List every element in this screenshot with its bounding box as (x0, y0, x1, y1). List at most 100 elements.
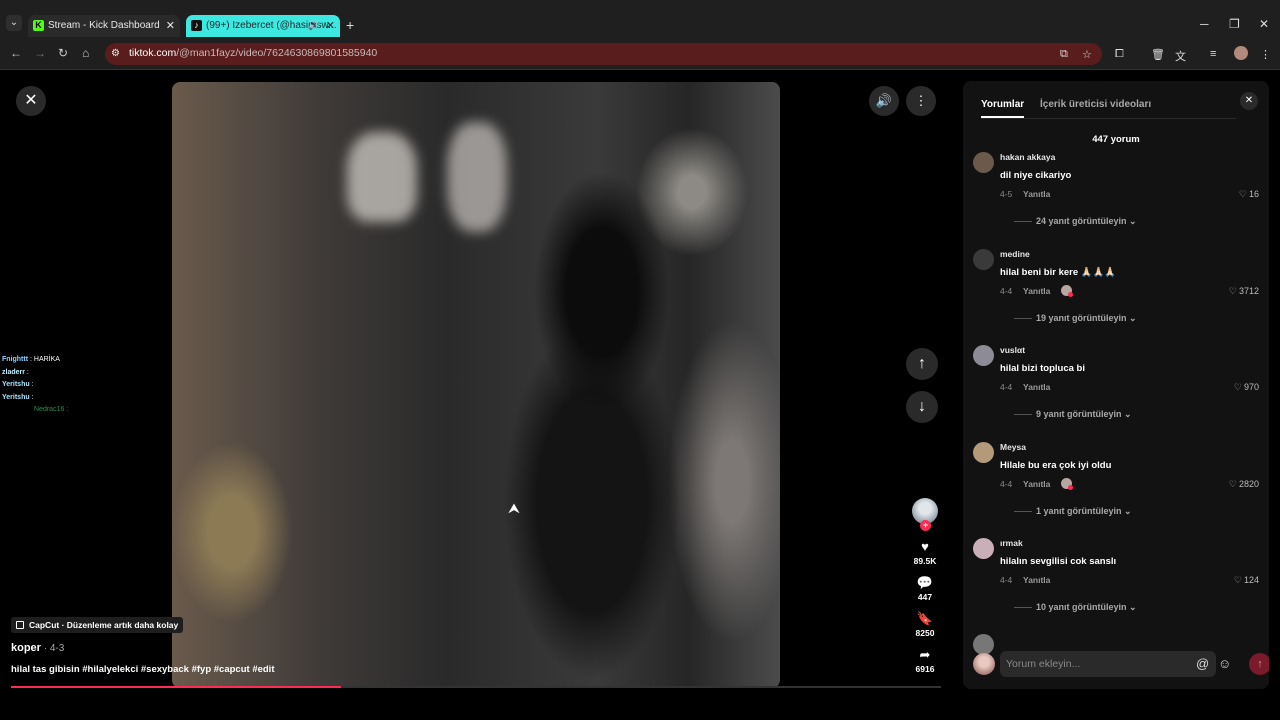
comments-panel: Yorumlar İçerik üreticisi videoları ✕ 44… (963, 81, 1269, 689)
comment-date: 4-5 (1000, 189, 1013, 199)
view-replies-button[interactable]: 9 yanıt görüntüleyin ⌄ (1014, 409, 1132, 420)
comment-button[interactable]: 💬 447 (905, 576, 945, 603)
view-replies-button[interactable]: 24 yanıt görüntüleyin ⌄ (1014, 216, 1137, 227)
follow-plus-icon[interactable]: + (920, 520, 931, 531)
commenter-name[interactable]: hakan akkaya (1000, 152, 1055, 162)
video-author[interactable]: koper · 4-3 (11, 642, 64, 654)
reply-button[interactable]: Yanıtla (1023, 479, 1050, 489)
profile-avatar[interactable] (1234, 46, 1248, 60)
capcut-anchor-link[interactable]: CapCut · Düzenleme artık daha kolay (11, 617, 184, 633)
mention-icon[interactable]: @ (1196, 656, 1209, 671)
comment-text: hilal beni bir kere 🙏🏻🙏🏻🙏🏻 (1000, 267, 1117, 278)
share-button[interactable]: ➦ 6916 (905, 648, 945, 675)
address-bar[interactable]: ⚙ tiktok.com/@man1fayz/video/76246308698… (105, 43, 1102, 65)
trash-extension-icon[interactable]: 🗑 (1151, 48, 1165, 61)
video-player[interactable]: ⮝ (172, 82, 780, 688)
send-button[interactable]: ↑ (1249, 653, 1269, 675)
view-replies-button[interactable]: 19 yanıt görüntüleyin ⌄ (1014, 313, 1137, 324)
tab-creator-videos[interactable]: İçerik üreticisi videoları (1040, 99, 1151, 110)
heart-outline-icon: ♡ (1228, 286, 1237, 296)
minimize-icon[interactable]: ─ (1200, 17, 1209, 31)
like-button[interactable]: ♥ 89.5K (905, 539, 945, 567)
stream-chat-overlay: Fnighttt : HARİKA zladerr : Yeritshu : Y… (2, 354, 68, 417)
chevron-down-icon: ⌄ (1129, 216, 1137, 226)
commenter-avatar[interactable] (973, 249, 994, 270)
view-replies-button[interactable]: 10 yanıt görüntüleyin ⌄ (1014, 602, 1137, 613)
reply-button[interactable]: Yanıtla (1023, 382, 1050, 392)
comment-like-button[interactable]: ♡ 3712 (1229, 286, 1259, 297)
comment-input[interactable] (1000, 651, 1216, 677)
divider-dash (1014, 511, 1032, 513)
reply-button[interactable]: Yanıtla (1023, 575, 1050, 585)
heart-outline-icon: ♡ (1228, 479, 1237, 489)
site-info-icon[interactable]: ⚙ (111, 48, 120, 59)
heart-outline-icon: ♡ (1233, 382, 1242, 392)
volume-button[interactable]: 🔊 (869, 86, 899, 116)
commenter-avatar[interactable] (973, 152, 994, 173)
emoji-icon[interactable]: ☺ (1218, 656, 1231, 671)
forward-icon[interactable]: → (34, 46, 46, 60)
comment-like-count: 2820 (1238, 479, 1259, 489)
browser-menu-icon[interactable]: ⋮ (1260, 48, 1271, 61)
save-button[interactable]: 🔖 8250 (905, 611, 945, 639)
chat-message: Yeritshu : (2, 393, 34, 401)
tab-kick-dashboard[interactable]: K Stream - Kick Dashboard ✕ (28, 15, 180, 37)
commenter-avatar[interactable] (973, 538, 994, 559)
next-video-button[interactable]: ↓ (906, 391, 938, 423)
commenter-name[interactable]: Meysa (1000, 442, 1026, 452)
restore-icon[interactable]: ❐ (1229, 17, 1240, 31)
divider-dash (1014, 318, 1032, 320)
bookmark-icon: 🔖 (916, 611, 934, 626)
tab-search-button[interactable]: ⌄ (6, 15, 22, 31)
comment-like-button[interactable]: ♡ 16 (1239, 189, 1259, 200)
install-app-icon[interactable]: ⧉ (1060, 48, 1068, 61)
home-icon[interactable]: ⌂ (82, 46, 89, 60)
heart-outline-icon: ♡ (1233, 575, 1242, 585)
comment-like-button[interactable]: ♡ 2820 (1229, 479, 1259, 490)
capcut-icon (16, 621, 24, 629)
reply-button[interactable]: Yanıtla (1023, 286, 1050, 296)
back-icon[interactable]: ← (10, 46, 22, 60)
speaker-icon[interactable]: 🔊 (308, 15, 320, 37)
view-replies-label: 1 yanıt görüntüleyin (1036, 506, 1122, 516)
more-options-button[interactable]: ⋮ (906, 86, 936, 116)
video-progress-bar[interactable] (11, 686, 941, 688)
bookmark-star-icon[interactable]: ☆ (1082, 48, 1092, 61)
comment-like-count: 16 (1248, 189, 1259, 199)
tab-comments[interactable]: Yorumlar (981, 99, 1024, 110)
close-panel-button[interactable]: ✕ (1240, 92, 1258, 110)
close-tab-icon[interactable]: ✕ (326, 15, 335, 37)
comment-text: Hilale bu era çok iyi oldu (1000, 460, 1112, 471)
comment-date: 4-4 (1000, 286, 1013, 296)
creator-liked-icon (1061, 285, 1073, 297)
commenter-name[interactable]: ırmak (1000, 538, 1023, 548)
heart-outline-icon: ♡ (1238, 189, 1247, 199)
comment-like-button[interactable]: ♡ 124 (1234, 575, 1259, 586)
tab-tiktok-video[interactable]: ♪ (99+) Izebercet (@hasimsw... 🔊 ✕ (186, 15, 340, 37)
translate-extension-icon[interactable]: 文 (1175, 48, 1186, 64)
divider-dash (1014, 414, 1032, 416)
share-count: 6916 (915, 664, 935, 674)
comment-text: dil niye cikariyo (1000, 170, 1072, 181)
video-caption: hilal tas gibisin #hilalyelekci #sexybac… (11, 664, 275, 675)
close-player-button[interactable]: ✕ (16, 86, 46, 116)
commenter-name[interactable]: vuslαt (1000, 345, 1025, 355)
tab-divider (981, 118, 1236, 119)
heart-icon: ♥ (921, 539, 929, 554)
comment-like-button[interactable]: ♡ 970 (1234, 382, 1259, 393)
reload-icon[interactable]: ↻ (58, 46, 68, 60)
new-tab-button[interactable]: + (346, 17, 354, 33)
commenter-avatar[interactable] (973, 442, 994, 463)
chevron-down-icon: ⌄ (1129, 313, 1137, 323)
close-tab-icon[interactable]: ✕ (166, 15, 175, 37)
browser-tab-bar: ⌄ K Stream - Kick Dashboard ✕ ♪ (99+) Iz… (0, 0, 1280, 38)
close-window-icon[interactable]: ✕ (1259, 17, 1269, 31)
extensions-icon[interactable]: ⧠ (1115, 48, 1124, 61)
commenter-name[interactable]: medine (1000, 249, 1030, 259)
comment-date: 4-4 (1000, 382, 1013, 392)
commenter-avatar[interactable] (973, 345, 994, 366)
media-controls-icon[interactable]: ≡ (1210, 48, 1216, 60)
previous-video-button[interactable]: ↑ (906, 348, 938, 380)
view-replies-button[interactable]: 1 yanıt görüntüleyin ⌄ (1014, 506, 1132, 517)
reply-button[interactable]: Yanıtla (1023, 189, 1050, 199)
